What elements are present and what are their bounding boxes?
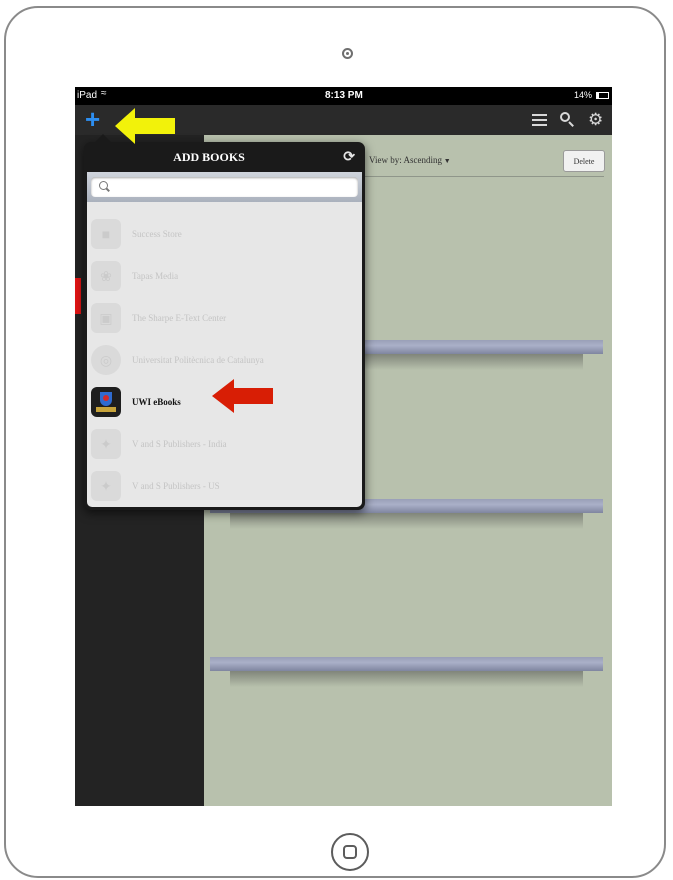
home-button[interactable]: [331, 833, 369, 871]
search-field[interactable]: [91, 177, 358, 197]
front-camera: [342, 48, 353, 59]
publisher-name: The Sharpe E-Text Center: [132, 313, 227, 323]
publisher-name: Success Store: [132, 229, 182, 239]
publisher-search-input[interactable]: [115, 179, 354, 197]
list-icon[interactable]: [532, 112, 548, 128]
publisher-row[interactable]: ▣ The Sharpe E-Text Center: [87, 297, 362, 339]
publisher-row[interactable]: ❀ Tapas Media: [87, 255, 362, 297]
popover-title: ADD BOOKS: [173, 150, 245, 164]
battery-icon: [596, 92, 609, 99]
search-icon: [99, 181, 108, 190]
search-bar: [87, 172, 362, 202]
red-highlight-arrow-icon: [212, 379, 273, 413]
publisher-logo-icon: ✦: [91, 429, 121, 459]
popover-arrow: [95, 134, 111, 142]
publisher-row[interactable]: ■ Success Store: [87, 213, 362, 255]
publisher-logo-icon: ■: [91, 219, 121, 249]
publisher-name: UWI eBooks: [132, 397, 181, 407]
publisher-logo-icon: ◎: [91, 345, 121, 375]
yellow-highlight-arrow-icon: [115, 108, 175, 144]
publisher-name: Tapas Media: [132, 271, 179, 281]
search-icon[interactable]: [560, 112, 576, 128]
publisher-row[interactable]: ◎ Universitat Politècnica de Catalunya: [87, 339, 362, 381]
view-by-selector[interactable]: View by: Ascending: [369, 155, 451, 165]
publisher-row[interactable]: ✦ V and S Publishers - US: [87, 465, 362, 507]
publisher-logo-icon: ✦: [91, 471, 121, 501]
publisher-list: ■ Success Store ❀ Tapas Media ▣ The Shar…: [87, 213, 362, 507]
gear-icon[interactable]: ⚙: [588, 111, 604, 128]
shelf-plank: [210, 657, 603, 687]
publisher-panel: ■ Success Store ❀ Tapas Media ▣ The Shar…: [87, 172, 362, 507]
publisher-row[interactable]: ✦ V and S Publishers - India: [87, 423, 362, 465]
battery-percent: 14%: [573, 90, 592, 100]
publisher-name: V and S Publishers - India: [132, 439, 227, 449]
refresh-icon[interactable]: ⟳: [343, 148, 355, 165]
publisher-logo-icon: ❀: [91, 261, 121, 291]
uwi-crest-icon: [91, 387, 121, 417]
add-books-popover: ADD BOOKS ⟳ ■ Success Store ❀ Tapas Medi…: [84, 134, 365, 510]
publisher-name: V and S Publishers - US: [132, 481, 220, 491]
delete-button[interactable]: Delete: [563, 150, 605, 172]
status-bar: iPad ≈ 8:13 PM 14%: [75, 87, 612, 105]
toolbar-actions: ⚙: [532, 111, 604, 128]
device-label: iPad: [77, 90, 98, 101]
add-books-button[interactable]: +: [85, 106, 100, 132]
publisher-logo-icon: ▣: [91, 303, 121, 333]
publisher-name: Universitat Politècnica de Catalunya: [132, 355, 264, 365]
wifi-icon: ≈: [101, 88, 107, 99]
status-time: 8:13 PM: [325, 90, 363, 101]
sidebar-selection-marker: [75, 278, 81, 314]
